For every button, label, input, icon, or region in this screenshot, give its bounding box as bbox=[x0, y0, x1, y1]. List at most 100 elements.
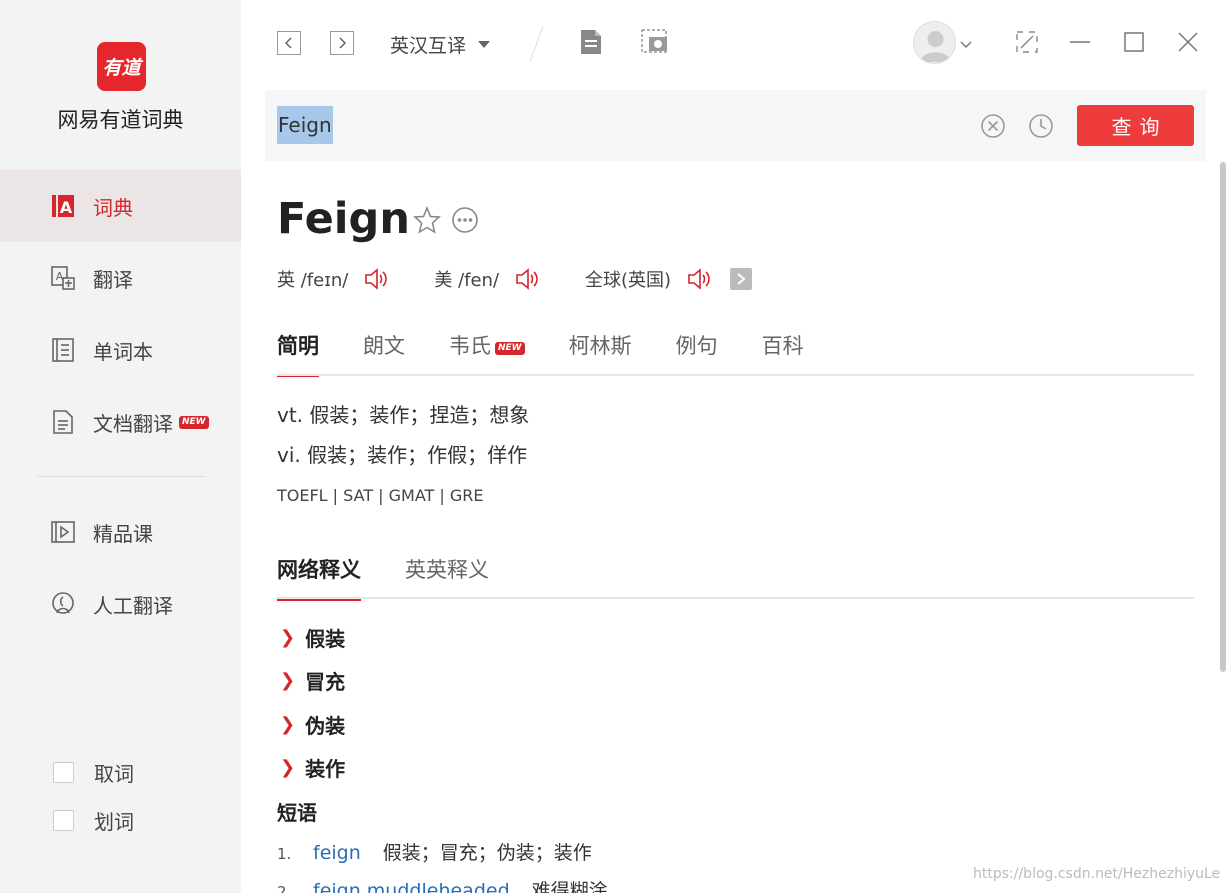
document-toolbar-button[interactable] bbox=[579, 28, 603, 60]
sidebar-item-label: 词典 bbox=[93, 195, 133, 220]
capture-word-checkbox[interactable] bbox=[53, 762, 74, 783]
history-clock-icon bbox=[1029, 114, 1053, 138]
phrase-number: 1. bbox=[277, 845, 292, 863]
minimize-icon bbox=[1070, 41, 1090, 43]
pronunciation-label: 美 /fen/ bbox=[434, 270, 500, 291]
speaker-icon[interactable] bbox=[514, 266, 540, 292]
chevron-right-icon: ❯ bbox=[280, 714, 296, 735]
course-icon bbox=[50, 519, 76, 545]
wordbook-icon bbox=[50, 337, 76, 363]
new-badge: NEW bbox=[179, 415, 209, 429]
phrase-link[interactable]: feign muddleheaded bbox=[313, 880, 510, 893]
chevron-right-icon bbox=[339, 37, 347, 49]
chevron-down-icon bbox=[960, 41, 972, 49]
pronunciation-label: 英 /feɪn/ bbox=[277, 270, 349, 291]
clear-search-button[interactable] bbox=[980, 113, 1006, 143]
capture-word-label: 取词 bbox=[94, 762, 134, 786]
speaker-icon[interactable] bbox=[686, 266, 712, 292]
web-definition-tabs: 网络释义 英英释义 bbox=[277, 554, 533, 601]
play-more-icon[interactable] bbox=[730, 268, 753, 290]
sidebar-item-dictionary[interactable]: A 词典 bbox=[0, 170, 241, 242]
account-dropdown-button[interactable] bbox=[959, 35, 973, 54]
phrase-item: 1. feign 假装；冒充；伪装；装作 bbox=[277, 838, 592, 865]
close-button[interactable] bbox=[1177, 30, 1199, 58]
mini-mode-icon bbox=[1016, 31, 1038, 53]
sidebar-item-label: 单词本 bbox=[93, 339, 153, 364]
camera-screenshot-icon bbox=[641, 29, 667, 53]
chevron-left-icon bbox=[284, 37, 292, 49]
select-word-label: 划词 bbox=[94, 810, 134, 834]
sidebar-item-translate[interactable]: A 翻译 bbox=[0, 242, 241, 314]
tab-encyclopedia[interactable]: 百科 bbox=[762, 330, 804, 376]
star-icon bbox=[413, 205, 441, 234]
tab-collins[interactable]: 柯林斯 bbox=[569, 330, 632, 376]
dictionary-icon: A bbox=[50, 193, 76, 219]
phrase-item: 2. feign muddleheaded 难得糊涂 bbox=[277, 876, 608, 893]
chevron-right-icon: ❯ bbox=[280, 627, 296, 648]
pronunciation-uk: 英 /feɪn/ bbox=[277, 266, 389, 292]
content-scrollbar[interactable] bbox=[1220, 162, 1226, 672]
definition-vi: vi. 假装；装作；作假；佯作 bbox=[277, 443, 528, 467]
web-definition-item[interactable]: ❯ 假装 bbox=[280, 623, 345, 652]
tab-divider bbox=[277, 597, 1194, 599]
tab-english-definition[interactable]: 英英释义 bbox=[405, 554, 489, 600]
sidebar-item-wordbook[interactable]: 单词本 bbox=[0, 314, 241, 386]
tab-longman[interactable]: 朗文 bbox=[363, 330, 405, 376]
favorite-button[interactable] bbox=[413, 205, 441, 238]
tab-web-definition[interactable]: 网络释义 bbox=[277, 554, 361, 601]
new-badge: NEW bbox=[495, 342, 525, 355]
select-word-checkbox[interactable] bbox=[53, 810, 74, 831]
search-input[interactable]: Feign bbox=[277, 106, 333, 144]
query-button[interactable]: 查询 bbox=[1077, 105, 1194, 146]
phrase-link[interactable]: feign bbox=[313, 842, 361, 864]
maximize-icon bbox=[1124, 32, 1144, 52]
more-icon bbox=[452, 207, 478, 233]
select-word-toggle[interactable]: 划词 bbox=[53, 806, 134, 835]
entry-headword: Feign bbox=[277, 194, 410, 244]
mini-mode-button[interactable] bbox=[1015, 30, 1039, 58]
web-definition-item[interactable]: ❯ 伪装 bbox=[280, 710, 345, 739]
sidebar-item-courses[interactable]: 精品课 bbox=[0, 496, 241, 568]
sidebar-item-label: 翻译 bbox=[93, 267, 133, 292]
translate-icon: A bbox=[50, 265, 76, 291]
pronunciation-global: 全球(英国) bbox=[585, 266, 712, 292]
youdao-app: 有道 网易有道词典 A 词典 A 翻译 单词本 文档翻译 NEW 精品课 人工翻… bbox=[0, 0, 1230, 893]
chevron-right-icon: ❯ bbox=[280, 757, 296, 778]
human-translate-icon bbox=[50, 591, 76, 617]
tab-divider bbox=[277, 374, 1194, 376]
document-icon bbox=[50, 409, 76, 435]
exam-tags: TOEFL | SAT | GMAT | GRE bbox=[277, 486, 484, 505]
back-button[interactable] bbox=[277, 31, 301, 55]
watermark: https://blog.csdn.net/HezhezhiyuLe bbox=[973, 866, 1221, 882]
speaker-icon[interactable] bbox=[363, 266, 389, 292]
capture-word-toggle[interactable]: 取词 bbox=[53, 758, 134, 787]
sidebar-item-label: 精品课 bbox=[93, 521, 153, 546]
minimize-button[interactable] bbox=[1069, 30, 1091, 58]
app-name: 网易有道词典 bbox=[57, 108, 184, 132]
phrases-title: 短语 bbox=[277, 801, 317, 825]
web-definition-item[interactable]: ❯ 冒充 bbox=[280, 666, 345, 695]
tab-examples[interactable]: 例句 bbox=[676, 330, 718, 376]
maximize-button[interactable] bbox=[1123, 30, 1145, 58]
sidebar-item-label: 人工翻译 bbox=[93, 593, 173, 618]
translate-mode-select[interactable]: 英汉互译 bbox=[390, 31, 491, 58]
sidebar-item-doc-translate[interactable]: 文档翻译 NEW bbox=[0, 386, 241, 458]
phrase-meaning: 难得糊涂 bbox=[531, 880, 608, 893]
pronunciation-us: 美 /fen/ bbox=[434, 266, 540, 292]
pronunciation-label: 全球(英国) bbox=[585, 270, 672, 291]
definition-vt: vt. 假装；装作；捏造；想象 bbox=[277, 403, 530, 427]
phrase-number: 2. bbox=[277, 883, 292, 893]
sidebar-item-human-translate[interactable]: 人工翻译 bbox=[0, 568, 241, 640]
web-definition-item[interactable]: ❯ 装作 bbox=[280, 753, 345, 782]
history-button[interactable] bbox=[1028, 113, 1054, 143]
pronunciation-row: 英 /feɪn/ 美 /fen/ 全球(英国) bbox=[277, 266, 753, 292]
tab-webster[interactable]: 韦氏 NEW bbox=[449, 330, 525, 376]
screenshot-translate-button[interactable] bbox=[640, 28, 670, 60]
sidebar-divider bbox=[37, 476, 205, 477]
toolbar-divider bbox=[529, 26, 544, 62]
caret-down-icon bbox=[478, 41, 491, 48]
user-avatar[interactable] bbox=[913, 21, 956, 64]
tab-concise[interactable]: 简明 bbox=[277, 330, 319, 377]
more-options-button[interactable] bbox=[451, 206, 479, 238]
forward-button[interactable] bbox=[330, 31, 354, 55]
